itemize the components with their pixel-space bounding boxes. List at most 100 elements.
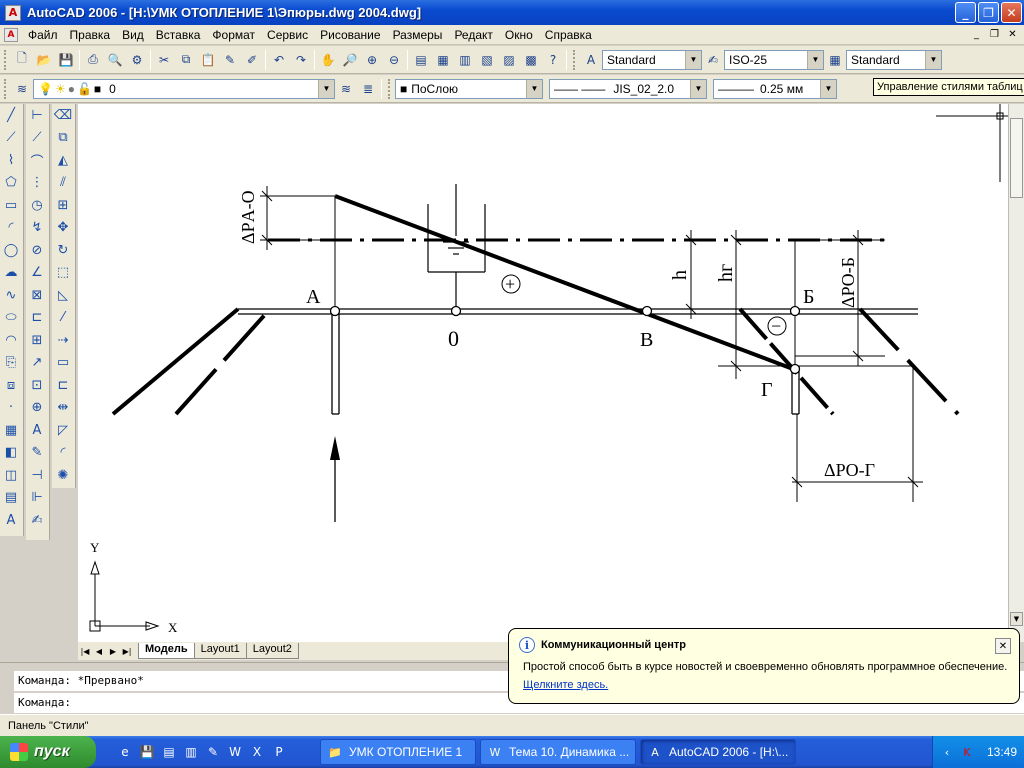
polygon-icon[interactable]: ⬠ bbox=[0, 172, 22, 195]
publish-icon[interactable]: ⚙ bbox=[126, 49, 148, 71]
new-file-icon[interactable]: 🗋 bbox=[11, 49, 33, 71]
save-icon[interactable]: 💾 bbox=[138, 743, 156, 761]
chevron-down-icon[interactable]: ▼ bbox=[807, 50, 823, 69]
chevron-down-icon[interactable]: ▼ bbox=[690, 79, 706, 98]
taskbar-item-word[interactable]: W Тема 10. Динамика ... bbox=[480, 739, 636, 765]
spline-icon[interactable]: ∿ bbox=[0, 284, 22, 307]
circle-icon[interactable]: ◯ bbox=[0, 239, 22, 262]
markup-icon[interactable]: ▨ bbox=[498, 49, 520, 71]
tab-layout2[interactable]: Layout2 bbox=[245, 643, 299, 659]
word-icon[interactable]: W bbox=[226, 743, 244, 761]
table-icon[interactable]: ▤ bbox=[0, 487, 22, 510]
linetype-select[interactable]: —— —— JIS_02_2.0 ▼ bbox=[549, 78, 707, 99]
balloon-link[interactable]: Щелкните здесь. bbox=[519, 679, 1009, 691]
offset-icon[interactable]: ⫽ bbox=[52, 172, 74, 195]
redo-icon[interactable]: ↷ bbox=[290, 49, 312, 71]
pan-icon[interactable]: ✋ bbox=[317, 49, 339, 71]
menu-view[interactable]: Вид bbox=[116, 25, 150, 45]
design-center-icon[interactable]: ▦ bbox=[432, 49, 454, 71]
excel-icon[interactable]: X bbox=[248, 743, 266, 761]
sheet-set-icon[interactable]: ▧ bbox=[476, 49, 498, 71]
menu-modify[interactable]: Редакт bbox=[448, 25, 498, 45]
document-icon[interactable]: A bbox=[4, 27, 18, 42]
menu-file[interactable]: Файл bbox=[22, 25, 64, 45]
table-style-icon[interactable]: ▦ bbox=[824, 49, 846, 71]
lineweight-select[interactable]: ——— 0.25 мм ▼ bbox=[713, 78, 837, 99]
line-icon[interactable]: ╱ bbox=[0, 104, 22, 127]
properties-icon[interactable]: ▤ bbox=[410, 49, 432, 71]
arc-icon[interactable]: ◜ bbox=[0, 217, 22, 240]
copy-icon[interactable]: ⧉ bbox=[175, 49, 197, 71]
title-bar[interactable]: A AutoCAD 2006 - [H:\УМК ОТОПЛЕНИЕ 1\Эпю… bbox=[0, 0, 1024, 25]
layer-manager-icon[interactable]: ≋ bbox=[11, 78, 33, 100]
match-properties-icon[interactable]: ✎ bbox=[219, 49, 241, 71]
layer-select[interactable]: 💡 ☀ ● 🔓 ■ 0 ▼ bbox=[33, 78, 335, 99]
insert-block-icon[interactable]: ⎘ bbox=[0, 352, 22, 375]
prev-tab-icon[interactable]: ◀ bbox=[92, 644, 106, 658]
ellipse-icon[interactable]: ⬭ bbox=[0, 307, 22, 330]
ordinate-dimension-icon[interactable]: ⋮ bbox=[26, 172, 48, 195]
dim-style-icon[interactable]: ✍ bbox=[702, 49, 724, 71]
save-icon[interactable]: 💾 bbox=[55, 49, 77, 71]
polyline-icon[interactable]: ⌇ bbox=[0, 149, 22, 172]
menu-draw[interactable]: Рисование bbox=[314, 25, 386, 45]
antivirus-icon[interactable]: K bbox=[959, 744, 975, 760]
ie-icon[interactable]: e bbox=[116, 743, 134, 761]
break-at-point-icon[interactable]: ▭ bbox=[52, 352, 74, 375]
explode-icon[interactable]: ✺ bbox=[52, 464, 74, 487]
join-icon[interactable]: ⇹ bbox=[52, 397, 74, 420]
tab-model[interactable]: Модель bbox=[138, 643, 195, 659]
baseline-dimension-icon[interactable]: ⊏ bbox=[26, 307, 48, 330]
make-block-icon[interactable]: ⧈ bbox=[0, 374, 22, 397]
tool-palettes-icon[interactable]: ▥ bbox=[454, 49, 476, 71]
vertical-scrollbar[interactable]: ▼ bbox=[1008, 104, 1024, 642]
taskbar-item-autocad[interactable]: A AutoCAD 2006 - [H:\... bbox=[640, 739, 796, 765]
menu-edit[interactable]: Правка bbox=[64, 25, 117, 45]
balloon-close-button[interactable]: ✕ bbox=[995, 638, 1011, 654]
doc-minimize-icon[interactable]: _ bbox=[969, 27, 984, 41]
radius-dimension-icon[interactable]: ◷ bbox=[26, 194, 48, 217]
calculator-icon[interactable]: ▤ bbox=[160, 743, 178, 761]
ellipse-arc-icon[interactable]: ◠ bbox=[0, 329, 22, 352]
point-icon[interactable]: · bbox=[0, 397, 22, 420]
dimension-update-icon[interactable]: ⊣ bbox=[26, 464, 48, 487]
jogged-dimension-icon[interactable]: ↯ bbox=[26, 217, 48, 240]
zoom-realtime-icon[interactable]: 🔎 bbox=[339, 49, 361, 71]
tray-arrow-icon[interactable]: ‹ bbox=[939, 744, 955, 760]
dimension-text-edit-icon[interactable]: ✎ bbox=[26, 442, 48, 465]
chevron-down-icon[interactable]: ▼ bbox=[820, 79, 836, 98]
undo-icon[interactable]: ↶ bbox=[268, 49, 290, 71]
dim-style-select[interactable]: ISO-25 ▼ bbox=[724, 49, 824, 70]
calculator-icon[interactable]: ▩ bbox=[520, 49, 542, 71]
print-icon[interactable]: ⎙ bbox=[82, 49, 104, 71]
doc-restore-icon[interactable]: ❐ bbox=[987, 27, 1002, 41]
array-icon[interactable]: ⊞ bbox=[52, 194, 74, 217]
copy-object-icon[interactable]: ⧉ bbox=[52, 127, 74, 150]
toolbar-grip[interactable] bbox=[4, 78, 8, 99]
zoom-previous-icon[interactable]: ⊖ bbox=[383, 49, 405, 71]
arc-length-icon[interactable]: ⌒ bbox=[26, 149, 48, 172]
layer-previous-icon[interactable]: ≣ bbox=[357, 78, 379, 100]
tolerance-icon[interactable]: ⊡ bbox=[26, 374, 48, 397]
last-tab-icon[interactable]: ▶| bbox=[120, 644, 134, 658]
open-file-icon[interactable]: 📂 bbox=[33, 49, 55, 71]
fillet-icon[interactable]: ◜ bbox=[52, 442, 74, 465]
rectangle-icon[interactable]: ▭ bbox=[0, 194, 22, 217]
color-select[interactable]: ■ ПоСлою ▼ bbox=[395, 78, 543, 99]
help-icon[interactable]: ? bbox=[542, 49, 564, 71]
styles-toolbar-grip[interactable] bbox=[573, 49, 577, 70]
continue-dimension-icon[interactable]: ⊞ bbox=[26, 329, 48, 352]
paste-icon[interactable]: 📋 bbox=[197, 49, 219, 71]
gradient-icon[interactable]: ◧ bbox=[0, 442, 22, 465]
taskbar-item-folder[interactable]: 📁 УМК ОТОПЛЕНИЕ 1 bbox=[320, 739, 476, 765]
aligned-dimension-icon[interactable]: ⟋ bbox=[26, 127, 48, 150]
diameter-dimension-icon[interactable]: ⊘ bbox=[26, 239, 48, 262]
move-icon[interactable]: ✥ bbox=[52, 217, 74, 240]
first-tab-icon[interactable]: |◀ bbox=[78, 644, 92, 658]
print-preview-icon[interactable]: 🔍 bbox=[104, 49, 126, 71]
start-button[interactable]: пуск bbox=[0, 736, 96, 768]
mirror-icon[interactable]: ◭ bbox=[52, 149, 74, 172]
multiline-text-icon[interactable]: A bbox=[0, 509, 22, 532]
stretch-icon[interactable]: ◺ bbox=[52, 284, 74, 307]
scale-icon[interactable]: ⬚ bbox=[52, 262, 74, 285]
